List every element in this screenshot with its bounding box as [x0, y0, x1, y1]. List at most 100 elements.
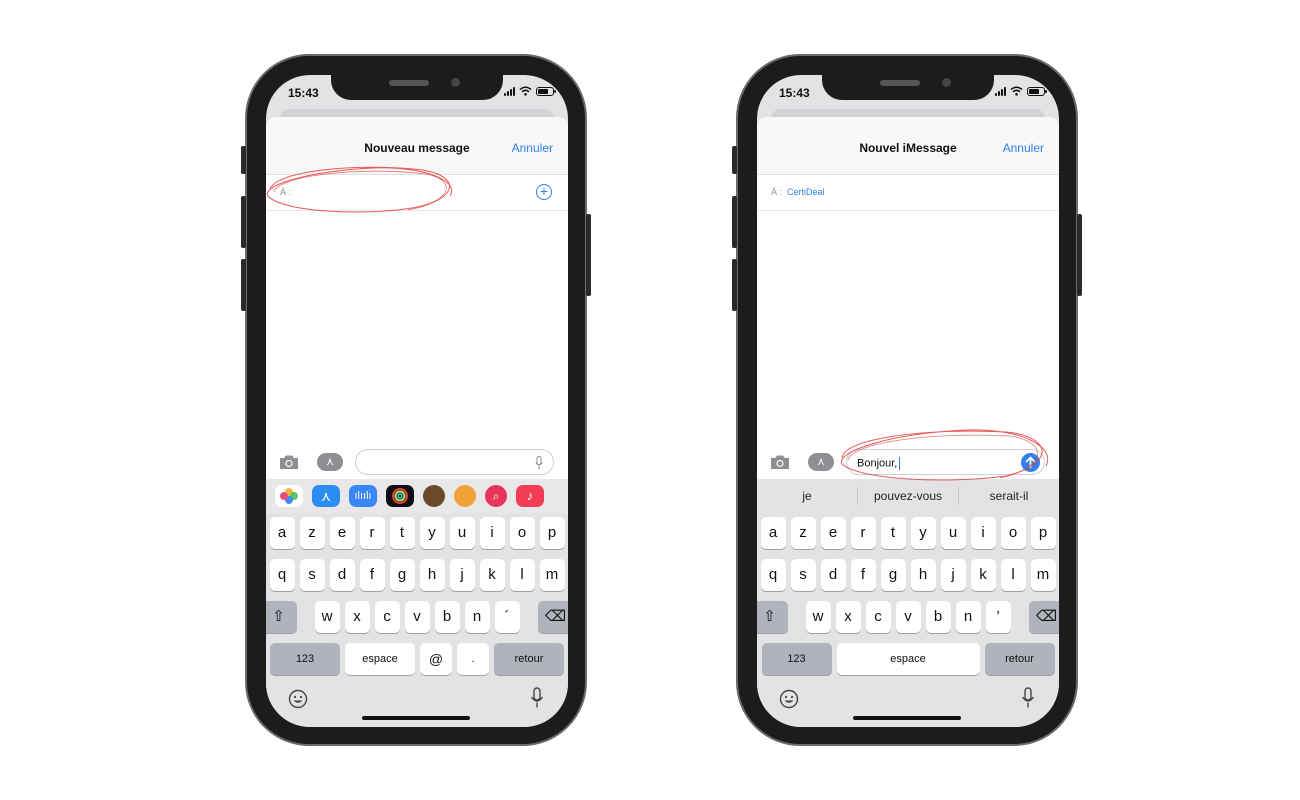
emoji-icon[interactable] [288, 689, 308, 709]
key[interactable]: z [299, 517, 325, 549]
key[interactable]: n [464, 601, 490, 633]
music-app-icon[interactable]: ♪ [516, 485, 544, 507]
backspace-icon[interactable]: ⌫ [1028, 601, 1059, 633]
space-key[interactable]: espace [345, 643, 415, 675]
backspace-icon[interactable]: ⌫ [537, 601, 568, 633]
compose-bar: ⋏ Bonjour, [757, 445, 1059, 479]
shift-icon[interactable]: ⇧ [757, 601, 788, 633]
suggestion-2[interactable]: pouvez-vous [858, 489, 958, 503]
key[interactable]: a [760, 517, 786, 549]
suggestion-1[interactable]: je [757, 489, 857, 503]
key[interactable]: y [419, 517, 445, 549]
suggestion-3[interactable]: serait-il [959, 489, 1059, 503]
app-store-app-icon[interactable]: ⋏ [312, 485, 340, 507]
key[interactable]: q [760, 559, 786, 591]
key[interactable]: g [389, 559, 415, 591]
key[interactable]: z [790, 517, 816, 549]
message-input[interactable]: Bonjour, [846, 449, 1045, 475]
microphone-icon[interactable] [530, 687, 544, 709]
key[interactable]: n [955, 601, 981, 633]
key[interactable]: w [314, 601, 340, 633]
key[interactable]: o [1000, 517, 1026, 549]
return-key[interactable]: retour [494, 643, 564, 675]
key[interactable]: e [329, 517, 355, 549]
key[interactable]: l [509, 559, 535, 591]
animoji-app-icon[interactable] [454, 485, 476, 507]
audio-app-icon[interactable]: ılıılı [349, 485, 377, 507]
camera-icon[interactable] [278, 453, 300, 471]
recipient-field[interactable]: À : CertiDeal [757, 175, 1059, 211]
key[interactable]: j [940, 559, 966, 591]
fitness-app-icon[interactable] [386, 485, 414, 507]
key[interactable]: t [389, 517, 415, 549]
key[interactable]: a [269, 517, 295, 549]
dot-key[interactable]: . [457, 643, 489, 675]
key[interactable]: x [835, 601, 861, 633]
key[interactable]: p [539, 517, 565, 549]
key[interactable]: d [820, 559, 846, 591]
send-button[interactable] [1021, 453, 1040, 472]
cancel-button[interactable]: Annuler [512, 141, 553, 155]
key[interactable]: h [910, 559, 936, 591]
key[interactable]: k [479, 559, 505, 591]
numbers-key[interactable]: 123 [270, 643, 340, 675]
speaker [880, 80, 920, 86]
key[interactable]: t [880, 517, 906, 549]
at-key[interactable]: @ [420, 643, 452, 675]
key[interactable]: m [539, 559, 565, 591]
key[interactable]: o [509, 517, 535, 549]
key[interactable]: p [1030, 517, 1056, 549]
numbers-key[interactable]: 123 [761, 643, 832, 675]
space-key[interactable]: espace [836, 643, 980, 675]
key[interactable]: w [805, 601, 831, 633]
key[interactable]: j [449, 559, 475, 591]
key[interactable]: s [790, 559, 816, 591]
key[interactable]: u [940, 517, 966, 549]
app-store-icon[interactable]: ⋏ [317, 453, 343, 471]
app-store-icon[interactable]: ⋏ [808, 453, 834, 471]
key[interactable]: b [434, 601, 460, 633]
key[interactable]: ’ [985, 601, 1011, 633]
key[interactable]: b [925, 601, 951, 633]
key[interactable]: e [820, 517, 846, 549]
key[interactable]: i [970, 517, 996, 549]
key[interactable]: v [404, 601, 430, 633]
return-key[interactable]: retour [984, 643, 1055, 675]
key[interactable]: h [419, 559, 445, 591]
plus-circle-icon[interactable]: + [536, 184, 552, 200]
key[interactable]: s [299, 559, 325, 591]
key[interactable]: r [850, 517, 876, 549]
key[interactable]: r [359, 517, 385, 549]
key[interactable]: c [374, 601, 400, 633]
camera-icon[interactable] [769, 453, 791, 471]
key[interactable]: l [1000, 559, 1026, 591]
key[interactable]: m [1030, 559, 1056, 591]
microphone-icon[interactable] [535, 456, 543, 470]
key[interactable]: i [479, 517, 505, 549]
key[interactable]: ´ [494, 601, 520, 633]
search-images-app-icon[interactable]: ⌕ [485, 485, 507, 507]
message-input[interactable] [355, 449, 554, 475]
key[interactable]: g [880, 559, 906, 591]
key[interactable]: q [269, 559, 295, 591]
key[interactable]: u [449, 517, 475, 549]
key[interactable]: f [850, 559, 876, 591]
key[interactable]: c [865, 601, 891, 633]
key[interactable]: v [895, 601, 921, 633]
cancel-button[interactable]: Annuler [1003, 141, 1044, 155]
shift-icon[interactable]: ⇧ [266, 601, 297, 633]
recipient-field[interactable]: À : + [266, 175, 568, 211]
home-indicator[interactable] [362, 716, 470, 720]
microphone-icon[interactable] [1021, 687, 1035, 709]
photos-app-icon[interactable] [275, 485, 303, 507]
home-indicator[interactable] [853, 716, 961, 720]
emoji-icon[interactable] [779, 689, 799, 709]
phone-left: 15:43 Nouveau message Annuler À : + ⋏ ⋏ … [241, 54, 591, 746]
memoji-app-icon[interactable] [423, 485, 445, 507]
key[interactable]: k [970, 559, 996, 591]
key[interactable]: d [329, 559, 355, 591]
recipient-value[interactable]: CertiDeal [787, 187, 825, 197]
key[interactable]: f [359, 559, 385, 591]
key[interactable]: y [910, 517, 936, 549]
key[interactable]: x [344, 601, 370, 633]
